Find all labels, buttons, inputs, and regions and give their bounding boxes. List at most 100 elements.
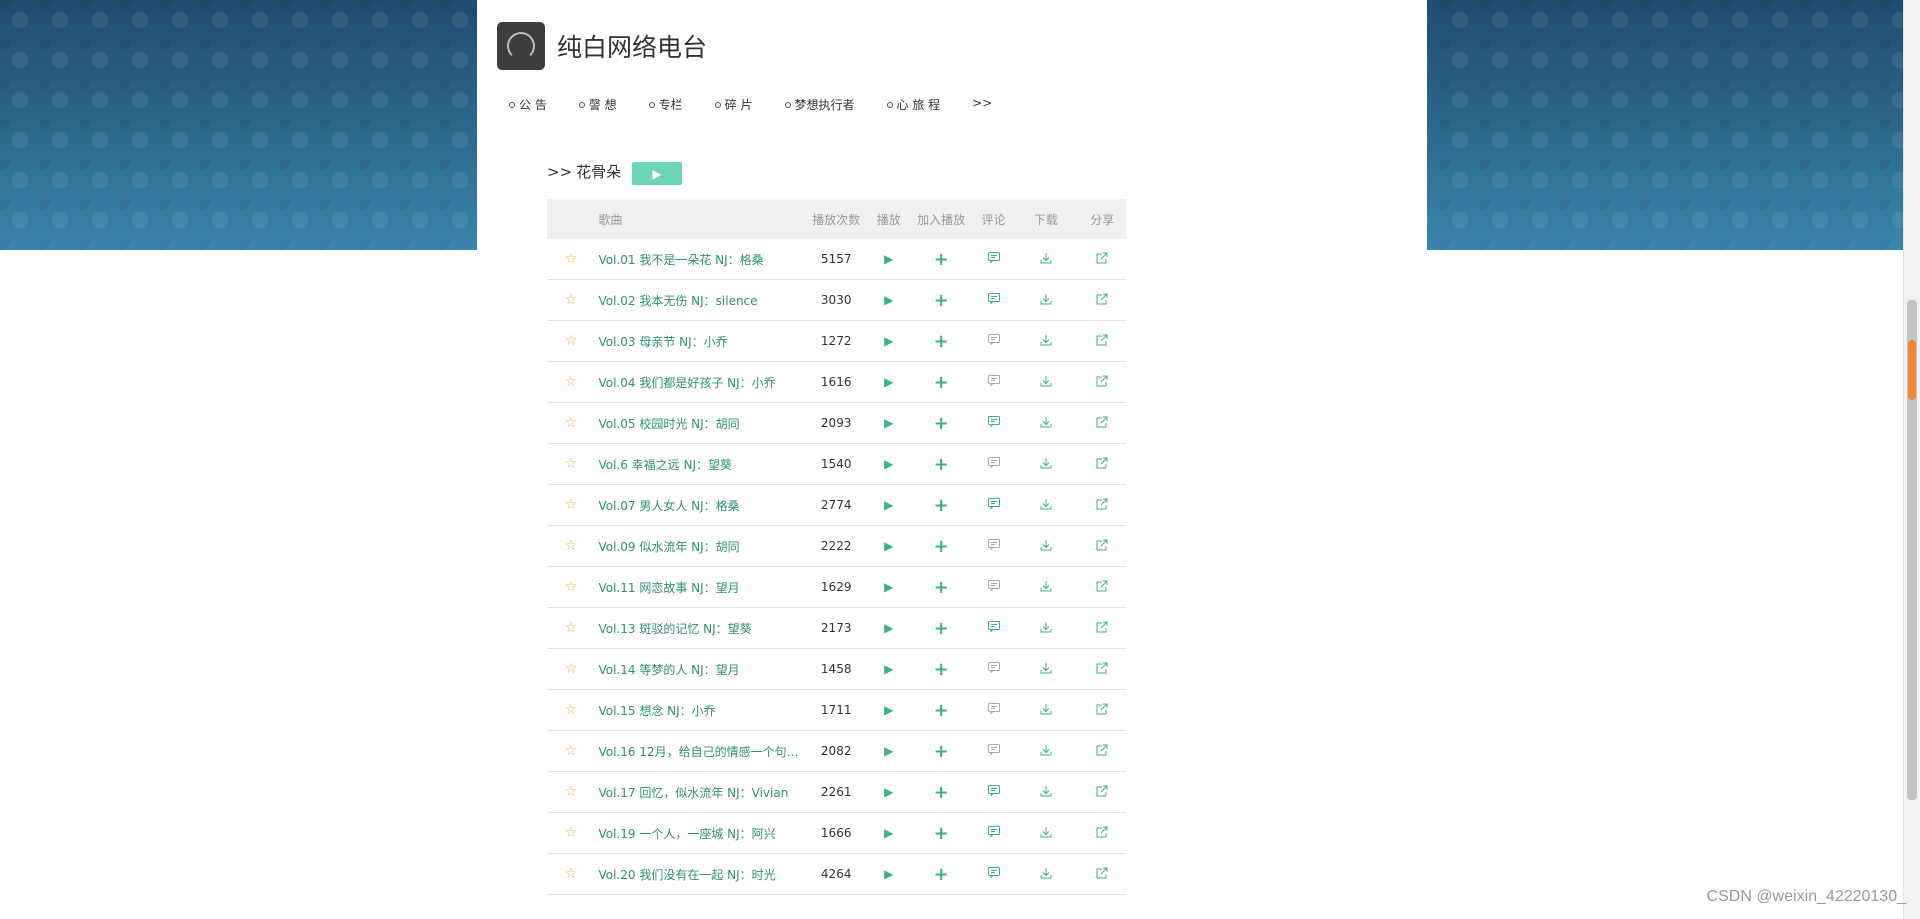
- play-icon[interactable]: ▶: [884, 252, 893, 266]
- plus-icon[interactable]: +: [934, 782, 949, 803]
- comment-icon[interactable]: [987, 621, 1000, 632]
- star-icon[interactable]: ☆: [564, 497, 577, 513]
- comment-icon[interactable]: [987, 744, 1000, 755]
- star-icon[interactable]: ☆: [564, 579, 577, 595]
- song-title[interactable]: Vol.02 我本无伤 NJ：silence: [594, 279, 804, 321]
- play-icon[interactable]: ▶: [884, 867, 893, 881]
- play-icon[interactable]: ▶: [884, 498, 893, 512]
- song-title[interactable]: Vol.04 我们都是好孩子 NJ：小乔: [594, 361, 804, 403]
- song-title[interactable]: Vol.05 校园时光 NJ：胡同: [594, 402, 804, 444]
- nav-item-heart-journey[interactable]: 心 旅 程: [886, 96, 940, 113]
- star-icon[interactable]: ☆: [564, 292, 577, 308]
- download-icon[interactable]: [1040, 580, 1052, 592]
- song-title[interactable]: Vol.11 网恋故事 NJ：望月: [594, 566, 804, 608]
- song-title[interactable]: Vol.16 12月，给自己的情感一个句号...: [594, 730, 804, 772]
- share-icon[interactable]: [1096, 662, 1108, 674]
- download-icon[interactable]: [1040, 416, 1052, 428]
- download-icon[interactable]: [1040, 867, 1052, 879]
- play-icon[interactable]: ▶: [884, 826, 893, 840]
- comment-icon[interactable]: [987, 457, 1000, 468]
- comment-icon[interactable]: [987, 293, 1000, 304]
- song-title[interactable]: Vol.01 我不是一朵花 NJ：格桑: [594, 239, 804, 280]
- comment-icon[interactable]: [987, 375, 1000, 386]
- comment-icon[interactable]: [987, 334, 1000, 345]
- download-icon[interactable]: [1040, 539, 1052, 551]
- play-icon[interactable]: ▶: [884, 334, 893, 348]
- download-icon[interactable]: [1040, 334, 1052, 346]
- comment-icon[interactable]: [987, 703, 1000, 714]
- play-icon[interactable]: ▶: [884, 293, 893, 307]
- plus-icon[interactable]: +: [934, 577, 949, 598]
- plus-icon[interactable]: +: [934, 249, 949, 270]
- comment-icon[interactable]: [987, 498, 1000, 509]
- song-title[interactable]: Vol.14 等梦的人 NJ：望月: [594, 648, 804, 690]
- download-icon[interactable]: [1040, 498, 1052, 510]
- play-album-button[interactable]: ▶: [632, 162, 682, 185]
- comment-icon[interactable]: [987, 416, 1000, 427]
- download-icon[interactable]: [1040, 252, 1052, 264]
- play-icon[interactable]: ▶: [884, 375, 893, 389]
- star-icon[interactable]: ☆: [564, 784, 577, 800]
- plus-icon[interactable]: +: [934, 331, 949, 352]
- download-icon[interactable]: [1040, 621, 1052, 633]
- play-icon[interactable]: ▶: [884, 744, 893, 758]
- share-icon[interactable]: [1096, 785, 1108, 797]
- download-icon[interactable]: [1040, 375, 1052, 387]
- plus-icon[interactable]: +: [934, 823, 949, 844]
- song-title[interactable]: Vol.07 男人女人 NJ：格桑: [594, 484, 804, 526]
- share-icon[interactable]: [1096, 498, 1108, 510]
- download-icon[interactable]: [1040, 293, 1052, 305]
- plus-icon[interactable]: +: [934, 372, 949, 393]
- plus-icon[interactable]: +: [934, 864, 949, 885]
- share-icon[interactable]: [1096, 744, 1108, 756]
- play-icon[interactable]: ▶: [884, 539, 893, 553]
- star-icon[interactable]: ☆: [564, 374, 577, 390]
- share-icon[interactable]: [1096, 539, 1108, 551]
- play-icon[interactable]: ▶: [884, 703, 893, 717]
- comment-icon[interactable]: [987, 826, 1000, 837]
- share-icon[interactable]: [1096, 375, 1108, 387]
- plus-icon[interactable]: +: [934, 700, 949, 721]
- plus-icon[interactable]: +: [934, 413, 949, 434]
- star-icon[interactable]: ☆: [564, 825, 577, 841]
- nav-item-dream[interactable]: 謦 想: [578, 96, 617, 113]
- share-icon[interactable]: [1096, 334, 1108, 346]
- comment-icon[interactable]: [987, 662, 1000, 673]
- nav-item-fragments[interactable]: 碎 片: [714, 96, 753, 113]
- plus-icon[interactable]: +: [934, 290, 949, 311]
- download-icon[interactable]: [1040, 662, 1052, 674]
- download-icon[interactable]: [1040, 457, 1052, 469]
- star-icon[interactable]: ☆: [564, 743, 577, 759]
- comment-icon[interactable]: [987, 867, 1000, 878]
- share-icon[interactable]: [1096, 867, 1108, 879]
- site-logo[interactable]: [497, 22, 545, 70]
- share-icon[interactable]: [1096, 457, 1108, 469]
- play-icon[interactable]: ▶: [884, 662, 893, 676]
- plus-icon[interactable]: +: [934, 618, 949, 639]
- star-icon[interactable]: ☆: [564, 415, 577, 431]
- comment-icon[interactable]: [987, 785, 1000, 796]
- plus-icon[interactable]: +: [934, 495, 949, 516]
- star-icon[interactable]: ☆: [564, 661, 577, 677]
- song-title[interactable]: Vol.09 似水流年 NJ：胡同: [594, 525, 804, 567]
- comment-icon[interactable]: [987, 252, 1000, 263]
- song-title[interactable]: Vol.6 幸福之远 NJ：望葵: [594, 443, 804, 485]
- share-icon[interactable]: [1096, 580, 1108, 592]
- song-title[interactable]: Vol.03 母亲节 NJ：小乔: [594, 320, 804, 362]
- star-icon[interactable]: ☆: [564, 620, 577, 636]
- share-icon[interactable]: [1096, 293, 1108, 305]
- nav-more-link[interactable]: >>: [972, 96, 992, 113]
- comment-icon[interactable]: [987, 539, 1000, 550]
- plus-icon[interactable]: +: [934, 454, 949, 475]
- plus-icon[interactable]: +: [934, 536, 949, 557]
- star-icon[interactable]: ☆: [564, 251, 577, 267]
- plus-icon[interactable]: +: [934, 741, 949, 762]
- song-title[interactable]: Vol.15 想念 NJ：小乔: [594, 689, 804, 731]
- play-icon[interactable]: ▶: [884, 785, 893, 799]
- star-icon[interactable]: ☆: [564, 456, 577, 472]
- star-icon[interactable]: ☆: [564, 538, 577, 554]
- song-title[interactable]: Vol.19 一个人，一座城 NJ：阿兴: [594, 812, 804, 854]
- play-icon[interactable]: ▶: [884, 621, 893, 635]
- song-title[interactable]: Vol.17 回忆，似水流年 NJ：Vivian: [594, 771, 804, 813]
- share-icon[interactable]: [1096, 416, 1108, 428]
